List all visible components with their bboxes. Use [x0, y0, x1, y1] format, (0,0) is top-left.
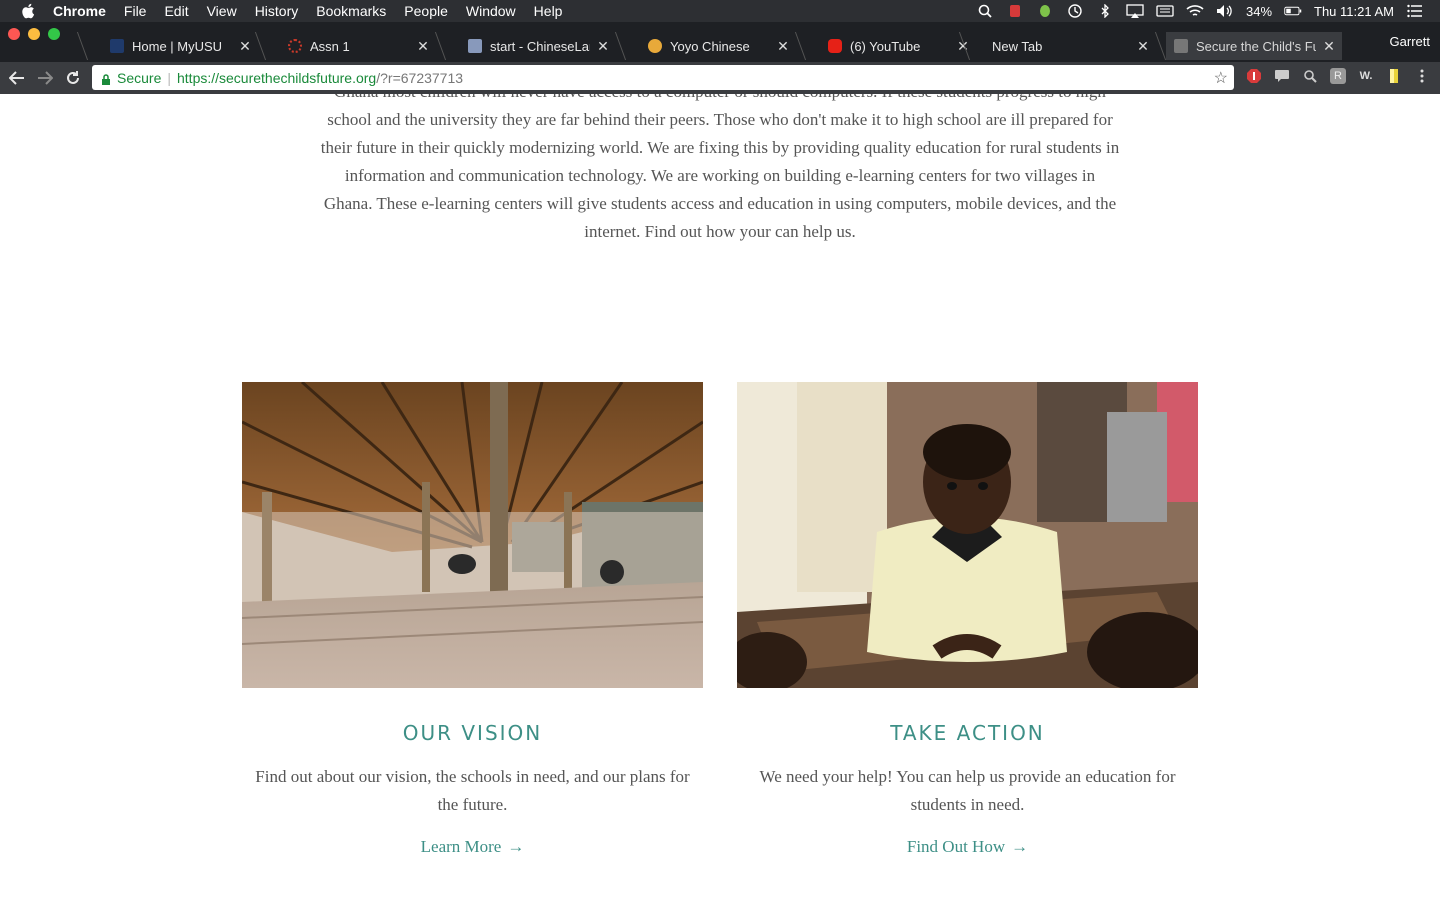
- window-controls: [8, 28, 60, 40]
- tab-title: Home | MyUSU: [132, 38, 223, 54]
- reload-icon: [67, 71, 79, 84]
- minimize-window-button[interactable]: [28, 28, 40, 40]
- web-page-content: Ghana most children will never have acce…: [0, 94, 1440, 900]
- menu-history[interactable]: History: [255, 3, 299, 19]
- menu-file[interactable]: File: [124, 3, 147, 19]
- menu-help[interactable]: Help: [534, 3, 563, 19]
- adblock-extension-icon[interactable]: [1246, 68, 1262, 84]
- our-vision-card: OUR VISION Find out about our vision, th…: [242, 382, 703, 857]
- close-tab-icon[interactable]: ✕: [1136, 38, 1150, 55]
- link-label: Learn More: [420, 837, 502, 856]
- learn-more-link[interactable]: Learn More →: [421, 837, 525, 857]
- leaf-icon[interactable]: [1036, 4, 1054, 18]
- open-classroom-photo: [242, 382, 703, 688]
- menubar-clock[interactable]: Thu 11:21 AM: [1314, 4, 1394, 19]
- tab-title: Secure the Child's Futu: [1196, 38, 1316, 54]
- apple-icon[interactable]: [19, 2, 37, 20]
- close-window-button[interactable]: [8, 28, 20, 40]
- url-host: https://securethechildsfuture.org: [177, 69, 377, 86]
- menu-bookmarks[interactable]: Bookmarks: [316, 3, 386, 19]
- myusu-favicon-icon: [110, 39, 124, 53]
- find-out-how-link[interactable]: Find Out How →: [907, 837, 1028, 857]
- grammarly-extension-icon[interactable]: R: [1330, 68, 1346, 84]
- comment-extension-icon[interactable]: [1274, 68, 1290, 84]
- tab-assn1[interactable]: Assn 1 ✕: [266, 32, 436, 60]
- macos-menu-bar: Chrome File Edit View History Bookmarks …: [0, 0, 1440, 22]
- arrow-right-icon: →: [1011, 837, 1029, 856]
- tab-title: (6) YouTube: [850, 38, 921, 54]
- link-label: Find Out How: [906, 837, 1006, 856]
- tab-youtube[interactable]: (6) YouTube ✕: [806, 32, 976, 60]
- tab-title: start - ChineseLangua: [490, 38, 590, 54]
- menu-edit[interactable]: Edit: [164, 3, 188, 19]
- card-heading: TAKE ACTION: [890, 721, 1045, 745]
- tab-new-tab[interactable]: New Tab ✕: [970, 32, 1156, 60]
- battery-icon[interactable]: [1284, 4, 1302, 18]
- reload-button[interactable]: [62, 67, 84, 89]
- url-path: /?r=67237713: [376, 69, 464, 86]
- highlighter-extension-icon[interactable]: [1386, 68, 1402, 84]
- close-tab-icon[interactable]: ✕: [596, 38, 610, 55]
- menu-window[interactable]: Window: [466, 3, 516, 19]
- assn-favicon-icon: [288, 39, 302, 53]
- bookmark-star-icon[interactable]: ☆: [1214, 68, 1228, 88]
- child-at-desk-photo: [737, 382, 1198, 688]
- tab-title: New Tab: [992, 38, 1043, 54]
- tab-yoyo-chinese[interactable]: Yoyo Chinese ✕: [626, 32, 796, 60]
- close-tab-icon[interactable]: ✕: [776, 38, 790, 55]
- menu-app-name[interactable]: Chrome: [53, 3, 106, 19]
- lock-icon: [101, 72, 111, 85]
- card-description: We need your help! You can help us provi…: [759, 767, 1176, 814]
- back-button[interactable]: [6, 67, 28, 89]
- forward-button[interactable]: [34, 67, 56, 89]
- wiki-favicon-icon: [468, 39, 482, 53]
- notification-center-icon[interactable]: [1406, 4, 1424, 18]
- close-tab-icon[interactable]: ✕: [416, 38, 430, 55]
- wordtune-extension-icon[interactable]: W.: [1358, 68, 1374, 84]
- take-action-card: TAKE ACTION We need your help! You can h…: [737, 382, 1198, 857]
- tab-myusu[interactable]: Home | MyUSU ✕: [88, 32, 258, 60]
- arrow-right-icon: →: [507, 837, 525, 856]
- tab-title: Yoyo Chinese: [670, 38, 750, 54]
- close-tab-icon[interactable]: ✕: [1322, 38, 1336, 55]
- address-bar[interactable]: Secure | https://securethechildsfuture.o…: [92, 65, 1234, 90]
- address-separator: |: [167, 69, 171, 86]
- keyboard-icon[interactable]: [1156, 4, 1174, 18]
- zoom-window-button[interactable]: [48, 28, 60, 40]
- wifi-icon[interactable]: [1186, 4, 1204, 18]
- volume-icon[interactable]: [1216, 4, 1234, 18]
- bluetooth-icon[interactable]: [1096, 4, 1114, 18]
- chrome-menu-icon[interactable]: [1414, 68, 1430, 84]
- menu-people[interactable]: People: [404, 3, 448, 19]
- close-tab-icon[interactable]: ✕: [238, 38, 252, 55]
- site-favicon-icon: [1174, 39, 1188, 53]
- tab-chineselanguage[interactable]: start - ChineseLangua ✕: [446, 32, 616, 60]
- profile-name[interactable]: Garrett: [1390, 34, 1430, 49]
- spotlight-search-icon[interactable]: [976, 4, 994, 18]
- extension-red-icon[interactable]: [1006, 4, 1024, 18]
- extension-toolbar: R W.: [1246, 68, 1430, 84]
- airplay-icon[interactable]: [1126, 4, 1144, 18]
- tab-title: Assn 1: [310, 38, 350, 54]
- card-description: Find out about our vision, the schools i…: [255, 767, 690, 814]
- youtube-favicon-icon: [828, 39, 842, 53]
- forward-arrow-icon: [38, 71, 53, 85]
- menu-view[interactable]: View: [207, 3, 237, 19]
- battery-percent: 34%: [1245, 3, 1273, 19]
- intro-paragraph: Ghana most children will never have acce…: [320, 94, 1120, 241]
- magnifier-extension-icon[interactable]: [1302, 68, 1318, 84]
- time-machine-icon[interactable]: [1066, 4, 1084, 18]
- back-arrow-icon: [9, 71, 24, 85]
- menubar-status-area: 34% Thu 11:21 AM: [976, 0, 1424, 22]
- card-heading: OUR VISION: [402, 721, 543, 745]
- secure-label: Secure: [117, 69, 162, 86]
- tab-secure-the-childs-future[interactable]: Secure the Child's Futu ✕: [1166, 32, 1342, 60]
- yoyo-favicon-icon: [648, 39, 662, 53]
